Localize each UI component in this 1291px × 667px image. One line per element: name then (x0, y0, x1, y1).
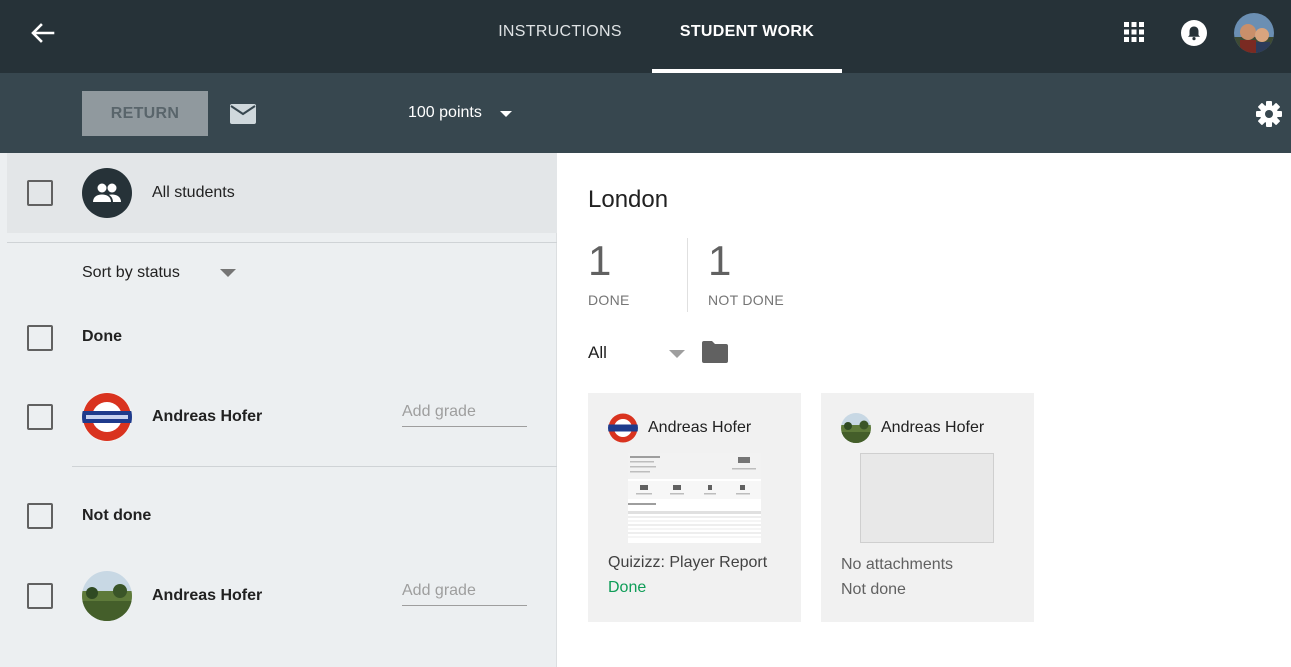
divider (72, 466, 557, 467)
student-name: Andreas Hofer (152, 408, 263, 425)
no-attachments-text: No attachments (841, 556, 954, 573)
return-button[interactable]: RETURN (82, 91, 208, 136)
student-avatar (82, 571, 132, 621)
points-dropdown[interactable]: 100 points (408, 101, 512, 125)
sort-label: Sort by status (82, 264, 180, 281)
folder-icon[interactable] (701, 340, 729, 364)
add-grade-input[interactable] (402, 397, 527, 427)
assignment-title: London (588, 186, 669, 213)
all-students-label: All students (152, 184, 235, 201)
filter-dropdown[interactable]: All (588, 343, 685, 363)
student-checkbox[interactable] (27, 583, 53, 609)
chevron-down-icon (219, 269, 236, 277)
submission-status: Not done (841, 581, 906, 598)
student-avatar (82, 392, 132, 442)
submission-student-name: Andreas Hofer (881, 419, 985, 436)
top-app-bar: INSTRUCTIONS STUDENT WORK (0, 0, 1291, 73)
done-group-checkbox[interactable] (27, 325, 53, 351)
empty-attachment-placeholder (860, 453, 994, 543)
all-students-row[interactable]: All students (7, 153, 557, 233)
sort-dropdown[interactable]: Sort by status (82, 264, 236, 282)
email-icon[interactable] (229, 103, 257, 125)
back-arrow-icon[interactable] (22, 18, 62, 48)
action-bar: RETURN 100 points (0, 73, 1291, 153)
done-count-label: DONE (588, 292, 630, 308)
filter-label: All (588, 343, 607, 362)
all-students-checkbox[interactable] (27, 180, 53, 206)
not-done-count: 1 (708, 237, 732, 284)
submission-status: Done (608, 579, 647, 596)
done-group-label: Done (82, 328, 122, 345)
group-icon (82, 168, 132, 218)
gear-icon[interactable] (1255, 100, 1283, 128)
student-checkbox[interactable] (27, 404, 53, 430)
chevron-down-icon (668, 350, 685, 358)
chevron-down-icon (499, 111, 512, 117)
stat-divider (687, 238, 688, 312)
points-label: 100 points (408, 104, 482, 121)
submission-card[interactable]: Andreas Hofer Quizizz: Player Report Don… (588, 393, 801, 622)
student-avatar (841, 413, 871, 443)
attachment-title: Quizizz: Player Report (608, 554, 768, 571)
student-name: Andreas Hofer (152, 587, 263, 604)
account-avatar[interactable] (1234, 13, 1274, 53)
submission-student-name: Andreas Hofer (648, 419, 752, 436)
attachment-thumbnail[interactable] (628, 453, 761, 543)
divider (7, 242, 557, 243)
tab-student-work[interactable]: STUDENT WORK (652, 0, 842, 73)
submission-card[interactable]: Andreas Hofer No attachments Not done (821, 393, 1034, 622)
assignment-overview-panel: London 1 DONE 1 NOT DONE All Andreas Hof… (558, 153, 1291, 667)
tab-instructions[interactable]: INSTRUCTIONS (480, 0, 640, 73)
student-avatar (608, 413, 638, 443)
apps-grid-icon[interactable] (1122, 20, 1146, 44)
add-grade-input[interactable] (402, 576, 527, 606)
not-done-count-label: NOT DONE (708, 292, 785, 308)
not-done-group-checkbox[interactable] (27, 503, 53, 529)
student-roster-panel: All students Sort by status Done Andreas… (0, 153, 557, 667)
not-done-group-label: Not done (82, 507, 152, 524)
notifications-bell-icon[interactable] (1180, 19, 1208, 47)
done-count: 1 (588, 237, 612, 284)
